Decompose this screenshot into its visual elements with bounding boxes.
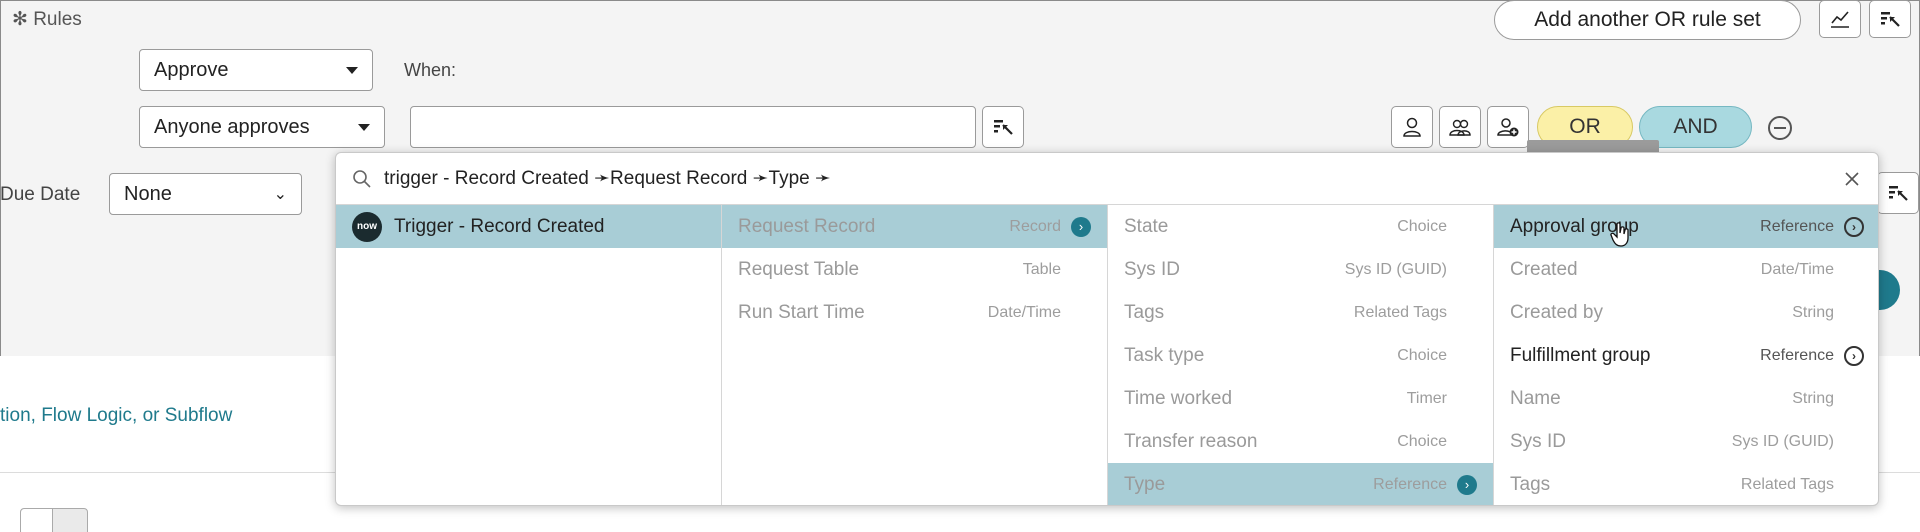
list-item[interactable]: Created Date/Time	[1494, 248, 1878, 291]
asterisk-icon: ✻	[12, 9, 34, 30]
user-icon	[1403, 117, 1421, 137]
list-item[interactable]: Created by String	[1494, 291, 1878, 334]
condition-select[interactable]: Anyone approves	[139, 106, 385, 148]
now-logo-icon: now	[352, 211, 382, 242]
group-icon	[1449, 119, 1471, 136]
toggle-switch[interactable]	[20, 508, 88, 532]
add-user-button[interactable]	[1487, 106, 1529, 148]
picker-column-type-fields: Approval group Reference › Created Date/T…	[1494, 205, 1878, 505]
chevron-right-icon[interactable]: ›	[1457, 474, 1477, 495]
list-item[interactable]: Name String	[1494, 377, 1878, 420]
rules-section-label: ✻ Rules	[12, 9, 82, 30]
list-item[interactable]: Task type Choice	[1108, 334, 1493, 377]
data-pill-icon	[1881, 12, 1900, 27]
chevron-right-icon[interactable]: ›	[1844, 216, 1864, 237]
condition-value-input[interactable]	[410, 106, 976, 148]
list-item[interactable]: Type Reference ›	[1108, 463, 1493, 505]
picker-column-trigger: now Trigger - Record Created	[336, 205, 722, 505]
picker-column-request: Request Record Record › Request Table Ta…	[722, 205, 1108, 505]
list-item[interactable]: Time worked Timer	[1108, 377, 1493, 420]
picker-search-input[interactable]: trigger - Record Created ➛Request Record…	[384, 167, 831, 190]
list-item[interactable]: Request Record Record ›	[722, 205, 1107, 248]
action-select[interactable]: Approve	[139, 49, 373, 91]
when-label: When:	[404, 60, 457, 80]
data-pill-picker-button-top[interactable]	[1869, 0, 1911, 38]
add-action-link[interactable]: tion, Flow Logic, or Subflow	[0, 405, 232, 427]
data-pill-icon	[1889, 186, 1908, 201]
chevron-right-icon[interactable]: ›	[1071, 216, 1091, 237]
list-item[interactable]: Sys ID Sys ID (GUID)	[1108, 248, 1493, 291]
search-icon	[353, 169, 371, 188]
minus-icon	[1774, 127, 1786, 129]
hand-cursor-icon	[1610, 222, 1629, 247]
list-item[interactable]: Transfer reason Choice	[1108, 420, 1493, 463]
list-item[interactable]: Tags Related Tags	[1494, 463, 1878, 505]
picker-search-bar[interactable]: trigger - Record Created ➛Request Record…	[336, 153, 1878, 205]
list-item[interactable]: State Choice	[1108, 205, 1493, 248]
list-item[interactable]: Approval group Reference ›	[1494, 205, 1878, 248]
picker-column-record-fields: State Choice Sys ID Sys ID (GUID) Tags Rela…	[1108, 205, 1494, 505]
list-item[interactable]: Fulfillment group Reference ›	[1494, 334, 1878, 377]
chevron-down-icon: ⌄	[273, 186, 287, 203]
list-item[interactable]: Sys ID Sys ID (GUID)	[1494, 420, 1878, 463]
toggle-knob	[21, 509, 53, 532]
list-item[interactable]: Tags Related Tags	[1108, 291, 1493, 334]
group-button[interactable]	[1439, 106, 1481, 148]
add-user-icon	[1497, 118, 1519, 137]
dropdown-arrow-icon	[346, 66, 358, 74]
chevron-right-icon[interactable]: ›	[1844, 345, 1864, 366]
list-item[interactable]: now Trigger - Record Created	[336, 205, 721, 248]
remove-condition-button[interactable]	[1768, 116, 1792, 140]
dropdown-arrow-icon	[358, 123, 370, 131]
chart-icon	[1831, 11, 1849, 28]
list-item[interactable]: Run Start Time Date/Time	[722, 291, 1107, 334]
data-pill-picker-button[interactable]	[982, 106, 1024, 148]
user-button[interactable]	[1391, 106, 1433, 148]
list-item[interactable]: Request Table Table	[722, 248, 1107, 291]
data-pill-icon	[994, 120, 1013, 135]
data-pill-picker-button-right[interactable]	[1877, 172, 1919, 214]
chart-icon-button[interactable]	[1819, 0, 1861, 38]
close-icon[interactable]	[1844, 171, 1860, 187]
add-or-rule-set-button[interactable]: Add another OR rule set	[1494, 0, 1801, 40]
due-date-select[interactable]: None ⌄	[109, 173, 302, 215]
due-date-label: Due Date	[0, 184, 81, 205]
data-pill-picker: trigger - Record Created ➛Request Record…	[335, 152, 1879, 506]
